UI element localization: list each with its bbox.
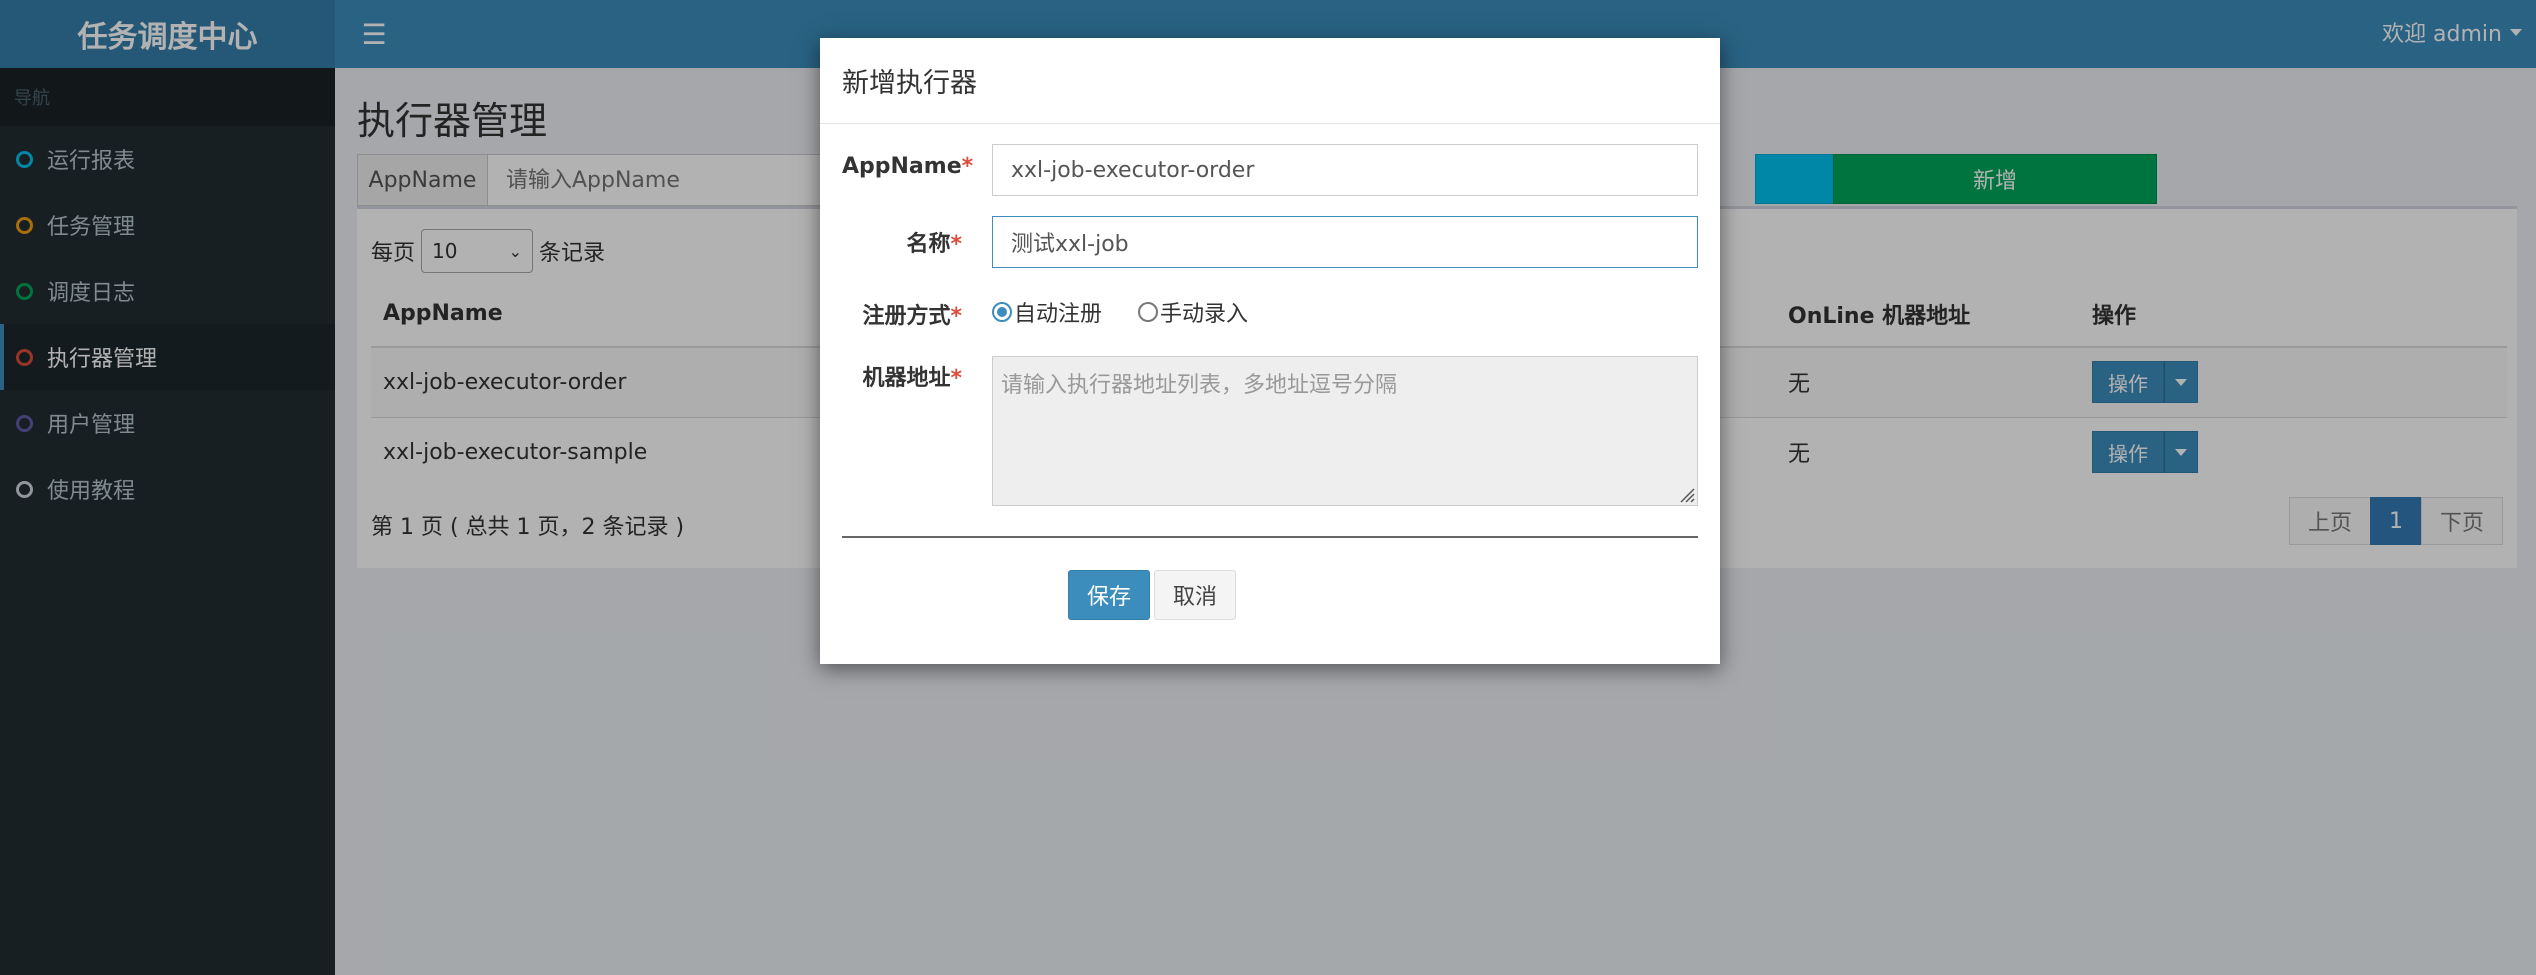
reg-type-row: 注册方式*: [842, 286, 962, 330]
name-label: 名称*: [906, 232, 962, 257]
address-textarea[interactable]: 请输入执行器地址列表，多地址逗号分隔: [992, 356, 1698, 506]
save-button[interactable]: 保存: [1068, 570, 1150, 620]
cancel-button[interactable]: 取消: [1154, 570, 1236, 620]
address-placeholder: 请输入执行器地址列表，多地址逗号分隔: [1001, 373, 1398, 398]
appname-label: AppName*: [842, 154, 974, 179]
modal-title: 新增执行器: [820, 38, 1720, 124]
add-executor-modal: 新增执行器 AppName* xxl-job-executor-order 名称…: [820, 38, 1720, 664]
reg-type-label: 注册方式*: [862, 304, 962, 329]
address-label: 机器地址*: [862, 366, 962, 391]
name-row: 名称*: [842, 214, 962, 258]
radio-auto-register-label[interactable]: 自动注册: [1014, 296, 1102, 328]
radio-manual-entry-label[interactable]: 手动录入: [1160, 296, 1248, 328]
appname-field[interactable]: xxl-job-executor-order: [992, 144, 1698, 196]
radio-manual-entry[interactable]: [1138, 302, 1159, 322]
radio-auto-register[interactable]: [992, 302, 1012, 322]
resize-handle-icon[interactable]: [1677, 485, 1695, 503]
form-divider: [842, 536, 1698, 538]
reg-type-radio-group: 自动注册 手动录入: [992, 296, 1248, 328]
name-field[interactable]: 测试xxl-job: [992, 216, 1698, 268]
appname-row: AppName*: [842, 142, 974, 179]
address-row: 机器地址*: [842, 348, 962, 392]
